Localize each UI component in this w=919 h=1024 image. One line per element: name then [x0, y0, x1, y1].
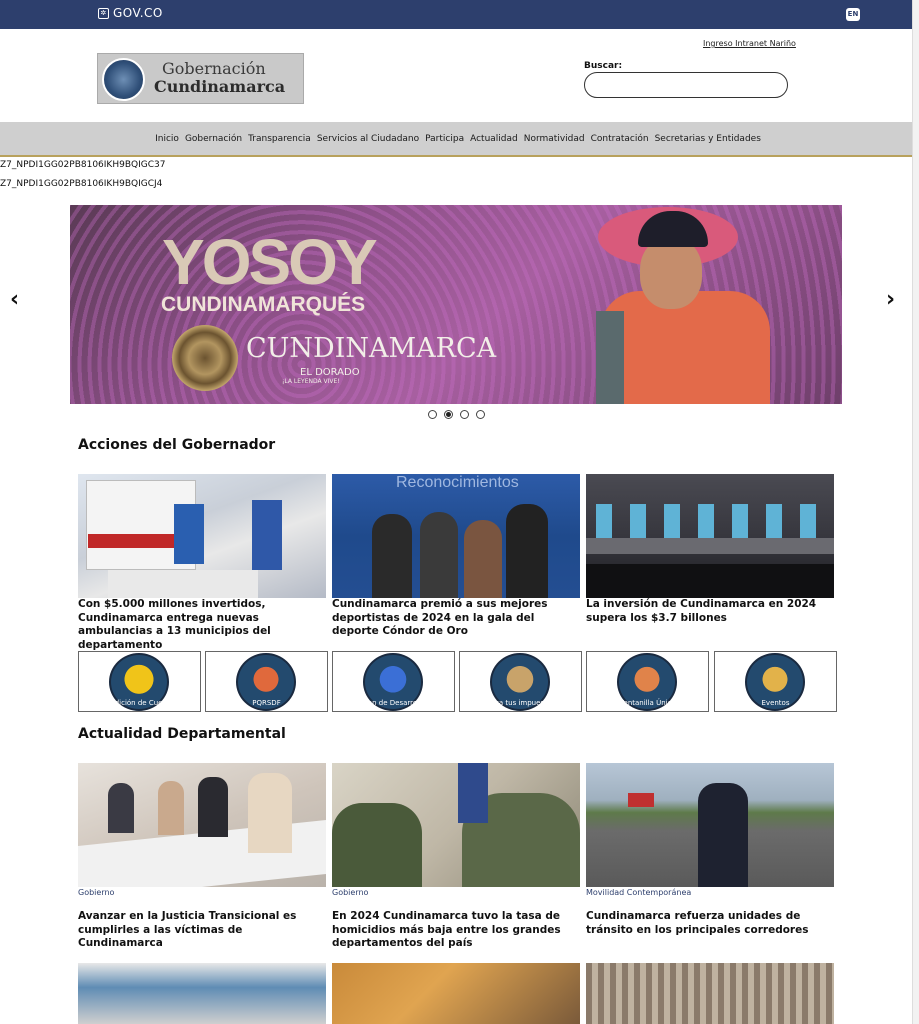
nav-item-secretarias[interactable]: Secretarias y Entidades — [655, 134, 761, 144]
news-image-partial[interactable] — [332, 963, 580, 1024]
section-title-acciones: Acciones del Gobernador — [78, 437, 276, 453]
news-category[interactable]: Gobierno — [332, 888, 368, 897]
slider-dot-active[interactable] — [444, 410, 453, 419]
quick-link-label: Plan de Desarrollo — [361, 699, 426, 707]
nav-item-gobernacion[interactable]: Gobernación — [185, 134, 242, 144]
news-title[interactable]: Cundinamarca premió a sus mejores deport… — [332, 598, 582, 639]
spiral-sun-icon — [172, 325, 238, 391]
main-navigation: Inicio Gobernación Transparencia Servici… — [0, 122, 912, 157]
section-title-actualidad: Actualidad Departamental — [78, 726, 286, 742]
portlet-id-text: Z7_NPDI1GG02PB8106IKH9BQIGCJ4 — [0, 179, 163, 189]
banner-headline: YOSOY — [162, 226, 378, 298]
news-image-partial[interactable] — [586, 963, 834, 1024]
govco-top-bar: ✲ GOV.CO EN — [0, 0, 912, 29]
slider-dot[interactable] — [476, 410, 485, 419]
quick-link-label: Rendición de Cuentas — [101, 699, 178, 707]
banner-tagline-2: ¡LA LEYENDA VIVE! — [282, 378, 340, 385]
quick-link-eventos[interactable]: Eventos — [714, 651, 837, 712]
news-image-justicia[interactable] — [78, 763, 326, 887]
news-image-homicidios[interactable] — [332, 763, 580, 887]
quick-link-label: Ventanilla Única — [619, 699, 676, 707]
quick-link-label: Eventos — [761, 699, 790, 707]
logo-text-line1: Gobernación — [162, 59, 266, 78]
news-title[interactable]: Avanzar en la Justicia Transicional es c… — [78, 910, 328, 951]
news-image-deportistas[interactable]: Reconocimientos — [332, 474, 580, 598]
news-image-partial[interactable] — [78, 963, 326, 1024]
quick-link-pqrsdf[interactable]: PQRSDF — [205, 651, 328, 712]
news-image-ambulancias[interactable] — [78, 474, 326, 598]
banner-subline: CUNDINAMARQUÉS — [161, 293, 366, 316]
logo-text-line2: Cundinamarca — [154, 77, 286, 96]
nav-item-contratacion[interactable]: Contratación — [591, 134, 649, 144]
news-title[interactable]: Con $5.000 millones invertidos, Cundinam… — [78, 598, 328, 652]
nav-item-inicio[interactable]: Inicio — [155, 134, 179, 144]
nav-item-participa[interactable]: Participa — [425, 134, 464, 144]
nav-item-normatividad[interactable]: Normatividad — [524, 134, 585, 144]
nav-item-transparencia[interactable]: Transparencia — [248, 134, 311, 144]
site-logo[interactable]: Gobernación Cundinamarca — [97, 53, 304, 104]
quick-link-label: Paga tus impuestos — [486, 699, 555, 707]
slider-pagination — [428, 410, 485, 419]
page-scrollbar[interactable] — [912, 0, 919, 1024]
news-title[interactable]: En 2024 Cundinamarca tuvo la tasa de hom… — [332, 910, 582, 951]
govco-label: GOV.CO — [113, 6, 163, 20]
nav-item-servicios[interactable]: Servicios al Ciudadano — [317, 134, 419, 144]
search-label: Buscar: — [584, 61, 623, 71]
slider-next-button[interactable]: › — [886, 287, 895, 312]
image-caption-text: Reconocimientos — [396, 474, 519, 491]
banner-slide[interactable]: YOSOY CUNDINAMARQUÉS CUNDINAMARCA EL DOR… — [70, 205, 842, 404]
portlet-id-text: Z7_NPDI1GG02PB8106IKH9BQIGC37 — [0, 160, 166, 170]
coat-of-arms-icon — [102, 58, 145, 101]
banner-photo-woman — [596, 205, 778, 404]
govco-link[interactable]: ✲ GOV.CO — [98, 6, 163, 20]
news-image-transito[interactable] — [586, 763, 834, 887]
news-title[interactable]: Cundinamarca refuerza unidades de tránsi… — [586, 910, 836, 937]
quick-link-label: PQRSDF — [252, 699, 281, 707]
slider-dot[interactable] — [428, 410, 437, 419]
slider-prev-button[interactable]: ‹ — [10, 287, 19, 312]
quick-link-impuestos[interactable]: Paga tus impuestos — [459, 651, 582, 712]
intranet-login-link[interactable]: Ingreso Intranet Nariño — [703, 39, 796, 48]
quick-link-ventanilla[interactable]: Ventanilla Única — [586, 651, 709, 712]
news-category[interactable]: Movilidad Contemporánea — [586, 888, 691, 897]
quick-link-rendicion-cuentas[interactable]: Rendición de Cuentas — [78, 651, 201, 712]
news-category[interactable]: Gobierno — [78, 888, 114, 897]
quick-link-plan-desarrollo[interactable]: Plan de Desarrollo — [332, 651, 455, 712]
news-title[interactable]: La inversión de Cundinamarca en 2024 sup… — [586, 598, 836, 625]
search-input[interactable] — [584, 72, 788, 98]
govco-icon: ✲ — [98, 7, 109, 19]
language-toggle-button[interactable]: EN — [846, 8, 860, 21]
banner-tagline: EL DORADO — [300, 367, 360, 378]
banner-brand: CUNDINAMARCA — [246, 333, 497, 364]
slider-dot[interactable] — [460, 410, 469, 419]
nav-item-actualidad[interactable]: Actualidad — [470, 134, 518, 144]
news-image-inversion[interactable] — [586, 474, 834, 598]
